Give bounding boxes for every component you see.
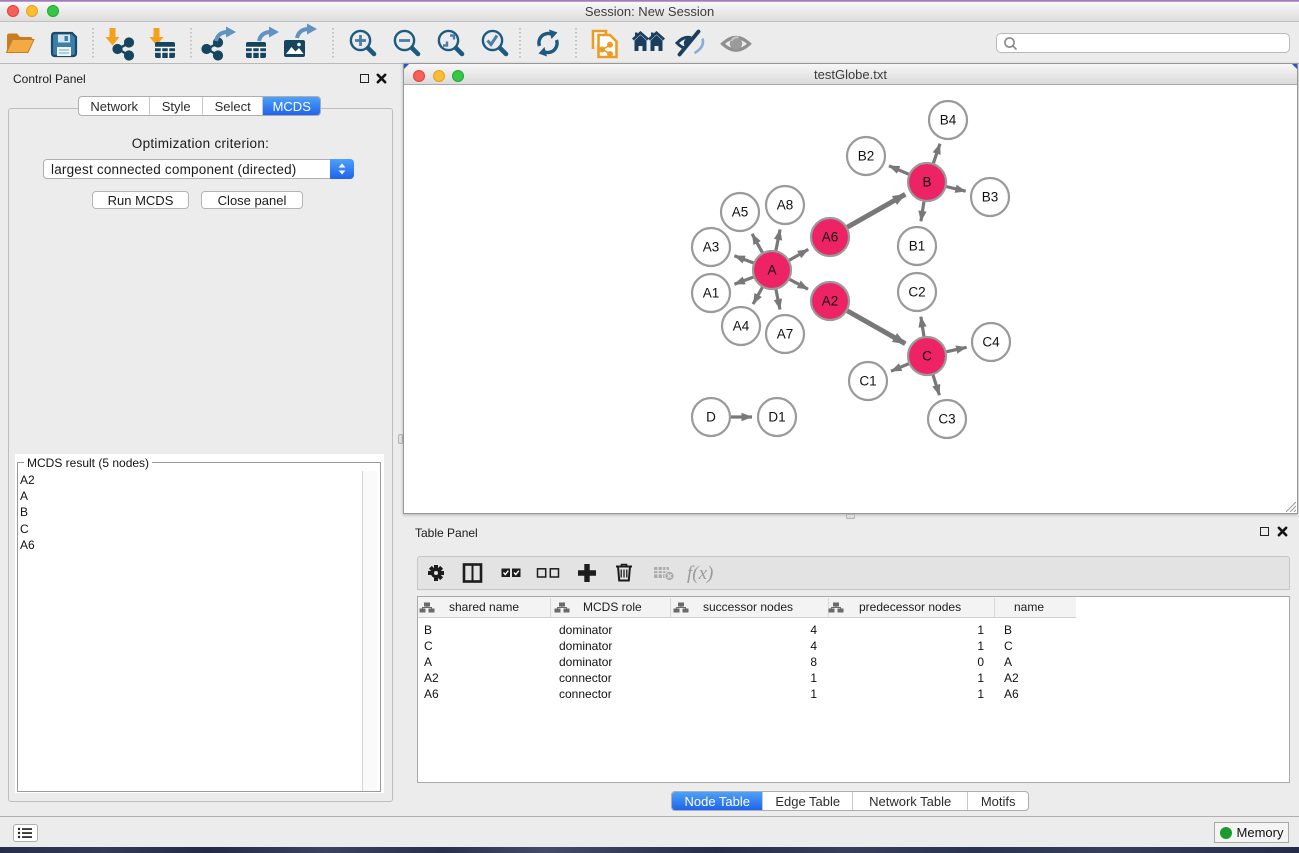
svg-text:D: D (706, 410, 716, 425)
svg-text:A1: A1 (703, 286, 720, 301)
svg-text:A4: A4 (733, 319, 750, 334)
svg-text:C: C (922, 349, 932, 364)
svg-text:C1: C1 (859, 374, 876, 389)
svg-text:A5: A5 (732, 205, 749, 220)
svg-text:B4: B4 (940, 113, 957, 128)
svg-text:A7: A7 (777, 327, 794, 342)
svg-text:A3: A3 (703, 240, 720, 255)
svg-text:B3: B3 (982, 190, 999, 205)
svg-text:A: A (767, 263, 776, 278)
svg-text:D1: D1 (768, 410, 785, 425)
svg-text:C2: C2 (908, 285, 925, 300)
svg-text:A6: A6 (822, 230, 839, 245)
svg-text:f(x): f(x) (687, 563, 713, 584)
svg-text:C3: C3 (938, 412, 955, 427)
svg-text:A2: A2 (822, 294, 839, 309)
svg-text:B1: B1 (909, 239, 926, 254)
svg-text:A8: A8 (777, 198, 794, 213)
svg-text:C4: C4 (982, 335, 1000, 350)
svg-text:B2: B2 (858, 149, 875, 164)
svg-text:B: B (922, 175, 931, 190)
